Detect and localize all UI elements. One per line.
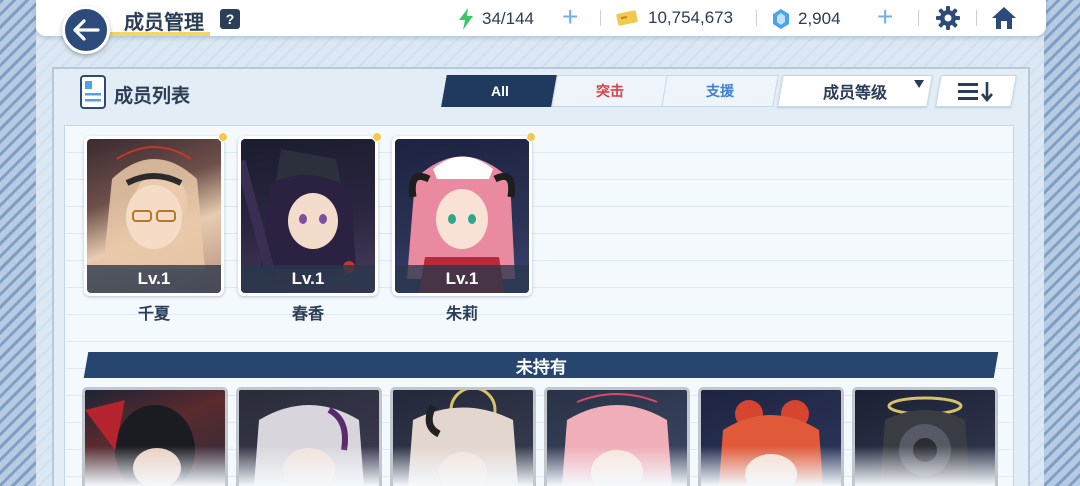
ap-value: 34/144: [482, 9, 534, 28]
page-title: 成员管理: [124, 12, 204, 34]
level-label: Lv.1: [241, 265, 375, 293]
left-decor-stripe: [0, 0, 36, 486]
credits-counter: 10,754,673: [616, 8, 733, 28]
member-name: 春香: [291, 306, 324, 323]
gear-icon: [936, 6, 960, 30]
divider: [756, 10, 757, 26]
lightning-icon: [459, 8, 473, 30]
panel-title: 成员列表: [114, 86, 191, 107]
help-button[interactable]: ?: [220, 9, 240, 29]
divider: [918, 10, 919, 26]
gems-counter: 2,904: [772, 8, 841, 30]
credits-value: 10,754,673: [648, 8, 734, 27]
dropdown-corner-icon: [914, 80, 925, 88]
member-name: 朱莉: [445, 306, 478, 323]
add-ap-button[interactable]: +: [562, 3, 578, 31]
credit-card-icon: [616, 10, 638, 26]
owned-marker: [218, 132, 228, 142]
gems-value: 2,904: [798, 9, 841, 28]
unowned-member-card[interactable]: [852, 387, 998, 486]
fade-overlay: [855, 446, 995, 486]
sort-descending-icon: [958, 82, 993, 102]
home-button[interactable]: [990, 4, 1018, 32]
unowned-member-card[interactable]: [82, 387, 228, 486]
add-gems-button[interactable]: +: [877, 3, 893, 31]
back-button[interactable]: [62, 6, 110, 54]
divider: [976, 10, 977, 26]
right-decor-stripe: [1044, 0, 1080, 486]
title-underline: [108, 32, 210, 36]
unowned-member-card[interactable]: [698, 387, 844, 486]
tab-special-label: 支援: [706, 83, 734, 99]
fade-overlay: [239, 446, 379, 486]
tab-striker-label: 突击: [596, 83, 624, 99]
clipboard-icon: [80, 75, 106, 109]
tab-all-label: All: [491, 83, 509, 99]
level-label: Lv.1: [395, 265, 529, 293]
tab-striker[interactable]: 突击: [551, 75, 669, 107]
owned-marker: [372, 132, 382, 142]
arrow-left-icon: [73, 19, 100, 41]
settings-button[interactable]: [934, 4, 962, 32]
level-label: Lv.1: [87, 265, 221, 293]
sort-label: 成员等级: [822, 85, 887, 102]
member-card[interactable]: Lv.1: [238, 132, 382, 296]
character-portrait: Lv.1: [395, 139, 529, 293]
ap-counter: 34/144: [458, 8, 534, 30]
panel-header: 成员列表 All 突击 支援 成员等级: [54, 69, 1028, 115]
unowned-section-header: 未持有: [83, 352, 999, 378]
owned-marker: [526, 132, 536, 142]
character-portrait: Lv.1: [241, 139, 375, 293]
character-portrait: Lv.1: [87, 139, 221, 293]
home-icon: [992, 7, 1016, 29]
tab-special[interactable]: 支援: [661, 75, 779, 107]
unowned-member-card[interactable]: [390, 387, 536, 486]
divider: [600, 10, 601, 26]
sort-order-button[interactable]: [935, 75, 1017, 107]
fade-overlay: [85, 446, 225, 486]
tab-all[interactable]: All: [441, 75, 559, 107]
fade-overlay: [701, 446, 841, 486]
fade-overlay: [547, 446, 687, 486]
member-card[interactable]: Lv.1: [392, 132, 536, 296]
sort-dropdown[interactable]: 成员等级: [777, 75, 933, 107]
member-name: 千夏: [137, 306, 170, 323]
gem-icon: [773, 9, 789, 29]
unowned-member-card[interactable]: [236, 387, 382, 486]
fade-overlay: [393, 446, 533, 486]
member-card[interactable]: Lv.1: [84, 132, 228, 296]
unowned-label: 未持有: [515, 357, 567, 377]
unowned-member-card[interactable]: [544, 387, 690, 486]
